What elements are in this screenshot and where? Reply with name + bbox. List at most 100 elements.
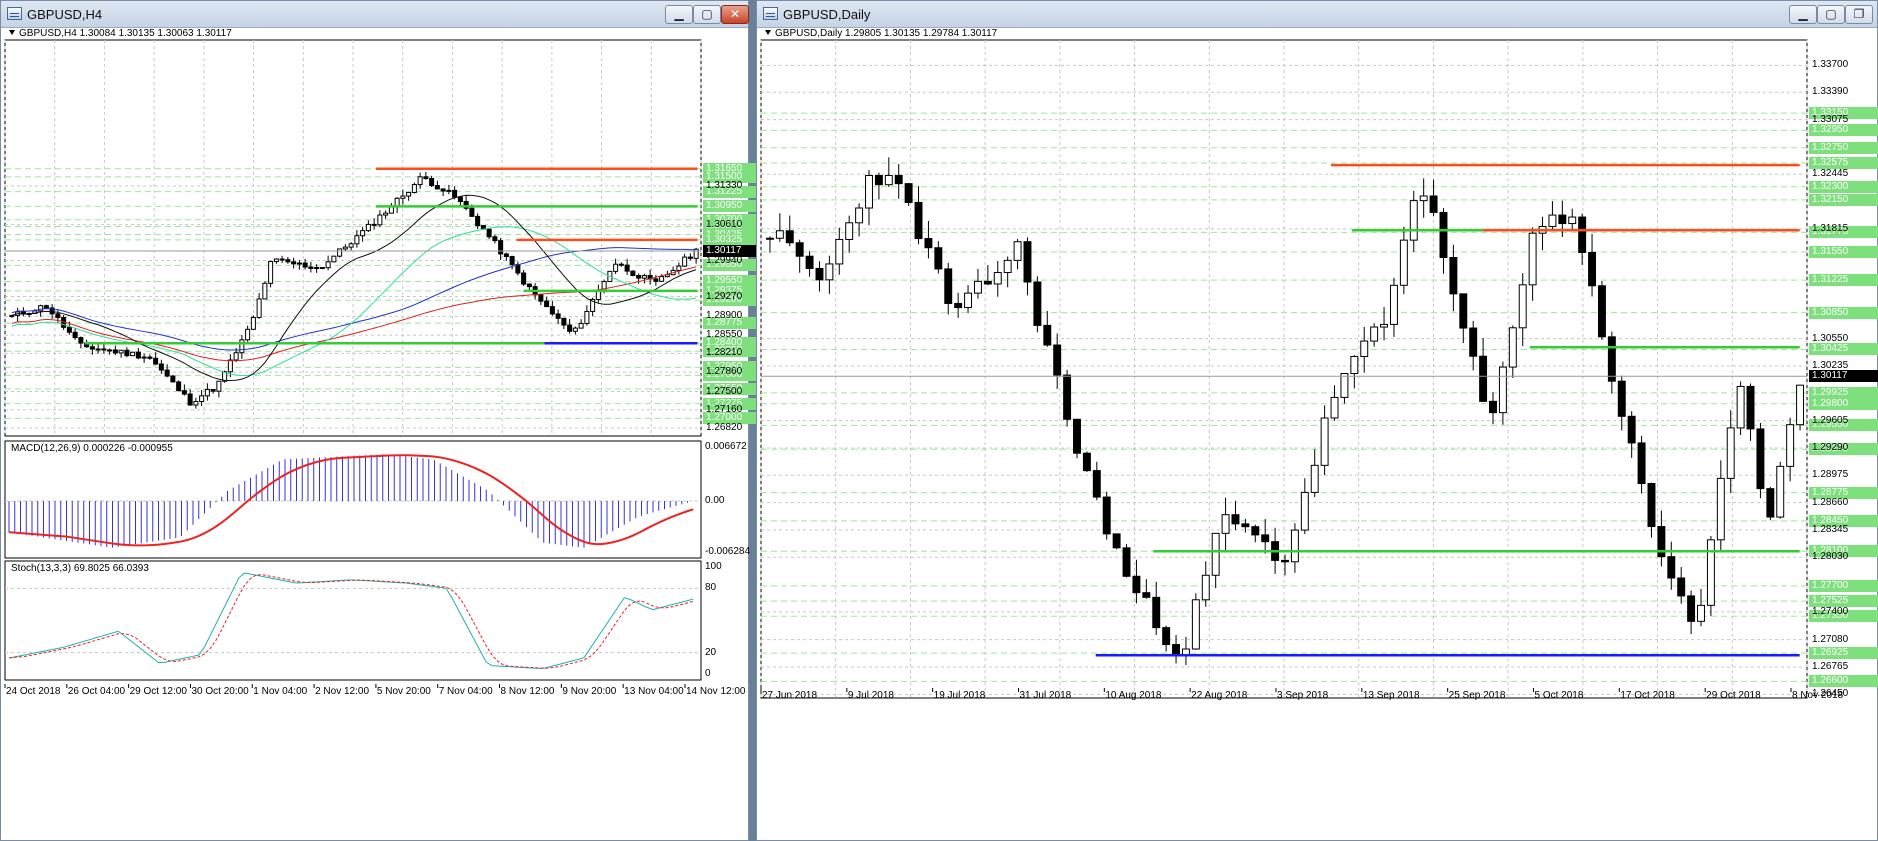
- candle-body: [1746, 385, 1755, 430]
- candle-body: [904, 183, 913, 203]
- minimize-button[interactable]: ▁: [665, 5, 693, 24]
- price-level-label: 1.31550: [1809, 245, 1878, 258]
- candle-body: [1201, 574, 1210, 601]
- candle-body: [204, 389, 210, 397]
- candle-body: [1647, 483, 1656, 528]
- time-label: 27 Jun 2018: [762, 690, 818, 701]
- candle-body: [72, 331, 78, 339]
- candle-body: [1340, 373, 1349, 398]
- candle-body: [118, 349, 124, 354]
- candle-body: [884, 174, 893, 186]
- candle-body: [1786, 424, 1795, 467]
- time-label: 14 Nov 12:00: [686, 686, 746, 697]
- candle-body: [561, 317, 567, 326]
- candle-body: [1281, 559, 1289, 563]
- price-level-label: 1.26925: [1809, 647, 1878, 660]
- price-tick-label: 1.29605: [1812, 414, 1849, 426]
- candle-body: [1677, 577, 1686, 597]
- candle-body: [360, 230, 366, 237]
- candle-body: [1389, 284, 1398, 325]
- window-gbpusd-h4[interactable]: GBPUSD,H4 ▁ ▢ ✕ GBPUSD,H4 1.30084 1.3013…: [0, 0, 772, 841]
- candle-body: [227, 359, 233, 373]
- candle-body: [457, 196, 463, 203]
- price-level-label: 1.26600: [1809, 675, 1878, 688]
- candle-body: [279, 258, 285, 261]
- time-label: 8 Nov 12:00: [500, 686, 555, 697]
- window-gbpusd-daily[interactable]: GBPUSD,Daily ▁ ▢ ❐ GBPUSD,Daily 1.29805 …: [756, 0, 1878, 841]
- candle-body: [1726, 427, 1735, 479]
- candle-body: [526, 283, 532, 288]
- price-tick-label: 1.28660: [1812, 496, 1849, 508]
- candle-body: [993, 272, 1002, 285]
- candle-body: [825, 263, 834, 281]
- candle-body: [101, 348, 107, 351]
- candle-body: [1063, 374, 1072, 420]
- candle-body: [1310, 464, 1319, 493]
- candle-body: [584, 310, 590, 324]
- candle-body: [1479, 355, 1488, 402]
- candle-body: [653, 278, 659, 282]
- candle-body: [1558, 214, 1567, 225]
- price-level-label: 1.30850: [1809, 306, 1878, 319]
- candle-body: [624, 264, 630, 272]
- candle-body: [1112, 533, 1121, 549]
- candle-body: [296, 262, 302, 265]
- candle-body: [147, 356, 153, 359]
- stoch-axis-label: 100: [705, 561, 722, 572]
- candle-body: [170, 375, 176, 383]
- candle-body: [1796, 384, 1805, 426]
- candle-body: [285, 259, 291, 263]
- restore-button[interactable]: ❐: [1845, 5, 1873, 24]
- candle-body: [874, 174, 883, 186]
- candle-body: [865, 174, 873, 209]
- candle-body: [1578, 216, 1587, 253]
- time-label: 7 Nov 04:00: [438, 686, 493, 697]
- candle-body: [1370, 326, 1379, 342]
- candle-body: [1459, 293, 1468, 329]
- price-tick-label: 1.28030: [1812, 551, 1849, 563]
- close-button[interactable]: ✕: [721, 5, 749, 24]
- titlebar-h4[interactable]: GBPUSD,H4 ▁ ▢ ✕: [1, 1, 749, 28]
- maximize-button[interactable]: ▢: [693, 5, 721, 24]
- chart-area-daily[interactable]: GBPUSD,Daily 1.29805 1.30135 1.29784 1.3…: [757, 28, 1878, 840]
- candle-body: [245, 328, 251, 341]
- candle-body: [1518, 284, 1527, 329]
- minimize-button[interactable]: ▁: [1789, 5, 1817, 24]
- time-label: 9 Nov 20:00: [562, 686, 617, 697]
- candle-body: [1409, 200, 1418, 241]
- time-label: 26 Oct 04:00: [67, 686, 126, 697]
- candle-body: [89, 346, 95, 350]
- candle-body: [124, 349, 130, 357]
- candle-body: [43, 305, 49, 309]
- candle-body: [377, 214, 383, 226]
- chart-canvas-daily[interactable]: [757, 28, 1877, 840]
- candle-body: [765, 237, 774, 240]
- time-label: 9 Jul 2018: [847, 690, 894, 701]
- candle-body: [354, 235, 360, 245]
- candle-body: [641, 275, 647, 279]
- price-level-label: 1.27700: [1809, 579, 1878, 592]
- macd-axis-label: 0.006672: [705, 441, 747, 452]
- candle-body: [1092, 470, 1101, 498]
- candle-body: [383, 212, 389, 216]
- stoch-panel-frame: [4, 560, 702, 681]
- candle-body: [1023, 241, 1032, 283]
- candle-body: [1607, 336, 1616, 382]
- candle-body: [1419, 195, 1428, 202]
- price-tick-label: 1.28975: [1812, 469, 1849, 481]
- candle-body: [973, 280, 982, 294]
- price-header-daily: GBPUSD,Daily 1.29805 1.30135 1.29784 1.3…: [765, 28, 997, 39]
- price-tick-label: 1.28345: [1812, 523, 1849, 535]
- titlebar-daily[interactable]: GBPUSD,Daily ▁ ▢ ❐: [757, 1, 1877, 28]
- maximize-button[interactable]: ▢: [1817, 5, 1845, 24]
- price-level-label: 1.32150: [1809, 193, 1878, 206]
- candle-body: [1756, 428, 1765, 490]
- candle-body: [291, 261, 297, 265]
- candle-body: [302, 262, 308, 268]
- candle-body: [319, 267, 325, 270]
- chart-canvas-h4[interactable]: [1, 28, 748, 840]
- candle-body: [66, 326, 72, 333]
- chart-area-h4[interactable]: GBPUSD,H4 1.30084 1.30135 1.30063 1.3011…: [1, 28, 772, 840]
- stoch-signal-line: [8, 574, 694, 669]
- candle-body: [78, 337, 84, 344]
